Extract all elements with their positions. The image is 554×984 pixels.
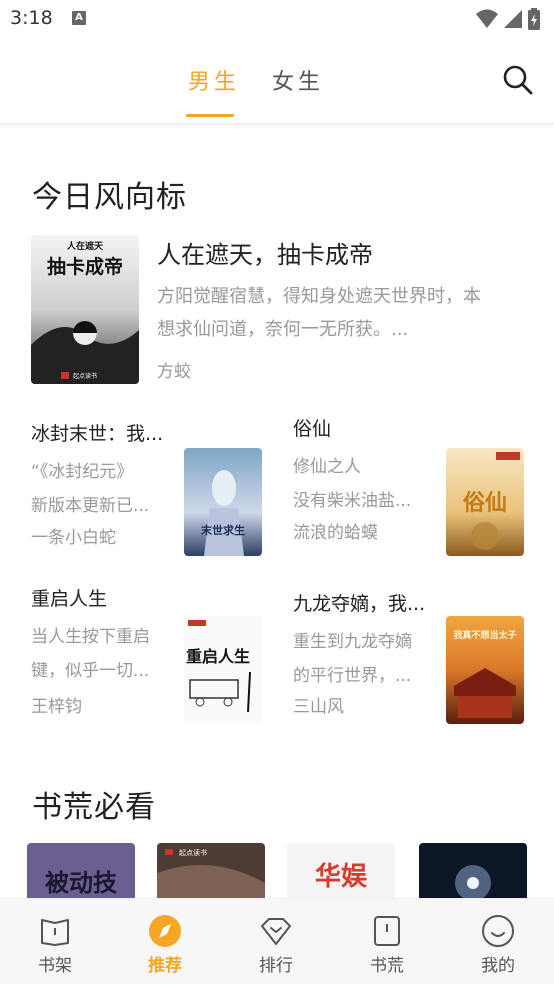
ranking-icon bbox=[261, 918, 291, 945]
nav-item-bookshelf[interactable]: 书架 bbox=[0, 899, 110, 984]
nav-label: 排行 bbox=[259, 956, 293, 976]
nav-item-profile[interactable]: 我的 bbox=[443, 899, 553, 984]
signal-icon bbox=[504, 10, 522, 28]
gender-tabs: 男生 女生 bbox=[0, 40, 554, 124]
book-card-cover-text: 俗仙 bbox=[462, 490, 507, 516]
nav-label: 书架 bbox=[38, 956, 72, 976]
shelf-cover-text: 华娱 bbox=[315, 861, 368, 892]
book-card-desc: 的平行世界，... bbox=[293, 666, 412, 686]
book-card-title: 重启人生 bbox=[31, 588, 108, 610]
book-card-desc: 新版本更新已... bbox=[31, 496, 150, 516]
shelf-book-cover[interactable]: 华娱 bbox=[287, 843, 395, 903]
section-title-daily: 今日风向标 bbox=[32, 180, 187, 215]
shelf-book-cover[interactable] bbox=[419, 843, 527, 903]
book-card-desc: 当人生按下重启 bbox=[31, 627, 150, 647]
compass-icon bbox=[149, 915, 181, 947]
book-card-cover: 重启人生 bbox=[184, 616, 262, 724]
book-card-desc: 键，似乎一切... bbox=[31, 661, 150, 681]
battery-icon bbox=[528, 8, 540, 30]
nav-item-book-famine[interactable]: 书荒 bbox=[332, 899, 442, 984]
shelf-cover-text: 起点读书 bbox=[179, 848, 207, 857]
shelf-cover-text: 被动技 bbox=[45, 869, 118, 897]
book-card-cover: 我真不想当太子 bbox=[446, 616, 524, 724]
book-card-title: 冰封末世：我... bbox=[31, 423, 164, 445]
status-icons bbox=[476, 8, 540, 30]
featured-cover-publisher: 起点读书 bbox=[73, 372, 97, 380]
book-card-desc: “《冰封纪元》 bbox=[31, 462, 134, 482]
status-time: 3:18 bbox=[10, 7, 53, 29]
profile-icon bbox=[482, 915, 514, 947]
notification-icon: A bbox=[72, 11, 86, 25]
featured-cover-title-text: 抽卡成帝 bbox=[47, 255, 123, 278]
book-card-desc: 没有柴米油盐... bbox=[293, 491, 412, 511]
featured-cover-top-text: 人在遮天 bbox=[66, 240, 104, 252]
book-card-cover: 末世求生 bbox=[184, 448, 262, 556]
book-card-desc: 修仙之人 bbox=[293, 457, 361, 477]
book-card-cover-text: 重启人生 bbox=[186, 647, 250, 666]
book-card-desc: 重生到九龙夺嫡 bbox=[293, 632, 412, 652]
tab-underline bbox=[186, 114, 234, 117]
shelf-book-cover[interactable]: 被动技 bbox=[27, 843, 135, 903]
tab-female[interactable]: 女生 bbox=[272, 64, 324, 96]
tab-male[interactable]: 男生 bbox=[188, 64, 240, 96]
nav-label: 推荐 bbox=[148, 956, 182, 976]
book-card-author: 王梓钧 bbox=[31, 697, 82, 717]
nav-item-recommend[interactable]: 推荐 bbox=[110, 899, 220, 984]
wifi-icon bbox=[476, 9, 498, 28]
nav-label: 书荒 bbox=[370, 956, 404, 976]
featured-book-cover: 人在遮天 抽卡成帝 起点读书 bbox=[31, 235, 139, 384]
book-card-author: 流浪的蛤蟆 bbox=[293, 523, 378, 543]
featured-book-author: 方蛟 bbox=[157, 362, 191, 382]
book-card-author: 三山风 bbox=[293, 697, 344, 717]
featured-book-title: 人在遮天，抽卡成帝 bbox=[157, 241, 373, 269]
featured-book-desc: 方阳觉醒宿慧，得知身处遮天世界时，本 想求仙问道，奈何一无所获。... bbox=[157, 280, 527, 346]
featured-book-desc-line: 方阳觉醒宿慧，得知身处遮天世界时，本 bbox=[157, 286, 481, 307]
book-card-cover-text: 我真不想当太子 bbox=[453, 629, 516, 641]
nav-item-ranking[interactable]: 排行 bbox=[221, 899, 331, 984]
book-card-title: 俗仙 bbox=[293, 418, 332, 440]
book-icon bbox=[374, 916, 400, 946]
bottom-nav: 书架 推荐 排行 书荒 我的 bbox=[0, 898, 554, 984]
nav-label: 我的 bbox=[481, 956, 515, 976]
search-icon[interactable] bbox=[502, 64, 534, 96]
book-card-author: 一条小白蛇 bbox=[31, 528, 116, 548]
book-card-cover: 俗仙 bbox=[446, 448, 524, 556]
shelf-book-cover[interactable]: 起点读书 bbox=[157, 843, 265, 903]
featured-book-desc-line: 想求仙问道，奈何一无所获。... bbox=[157, 319, 409, 340]
book-card-title: 九龙夺嫡，我... bbox=[293, 593, 426, 615]
section-title-must-read: 书荒必看 bbox=[32, 790, 156, 825]
book-card-cover-text: 末世求生 bbox=[200, 523, 245, 537]
status-bar: 3:18 A bbox=[0, 0, 554, 40]
bookshelf-icon bbox=[41, 919, 69, 946]
